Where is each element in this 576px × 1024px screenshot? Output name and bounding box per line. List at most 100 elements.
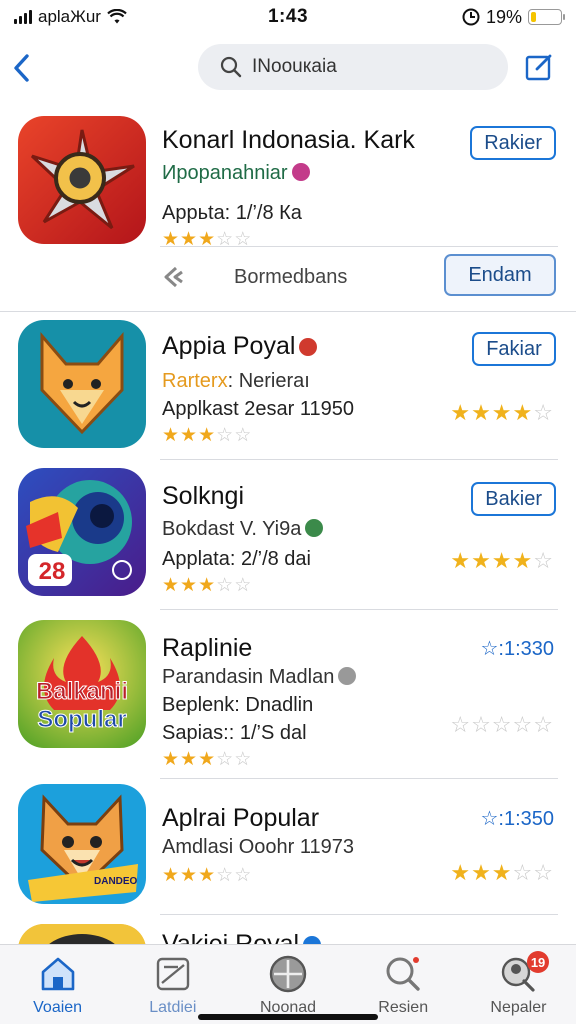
app-subtitle: Parandasin Madlan	[162, 666, 357, 689]
back-button[interactable]	[8, 50, 34, 86]
star-icon: ★	[162, 425, 181, 446]
wifi-icon	[107, 9, 127, 24]
star-icon: ★	[450, 548, 472, 573]
star-icon: ★	[198, 749, 217, 770]
price-button[interactable]: ☆:1:330	[480, 636, 554, 661]
rating-stars: ★★★☆☆	[162, 228, 252, 251]
app-title: Konarl Indonasia. Kark	[162, 126, 415, 154]
star-icon: ☆	[450, 712, 472, 737]
star-icon: ☆	[471, 712, 492, 737]
chevron-left-icon	[14, 54, 29, 82]
app-icon-vakiei	[18, 924, 146, 944]
app-icon-raplinie: Balkanii Sopular	[18, 620, 146, 748]
tab-discover[interactable]: Noonad	[230, 945, 345, 1024]
rating-stars-right: ★★★☆☆	[450, 860, 554, 886]
star-icon: ★	[512, 400, 534, 425]
tab-search[interactable]: Resien	[346, 945, 461, 1024]
app-meta: Applata: 2/’/8 dai	[162, 548, 311, 570]
icon-text: Balkanii	[35, 678, 129, 706]
tab-account[interactable]: 19 Nepaler	[461, 945, 576, 1024]
list-item[interactable]: DANDEO Aplrai Popular Amdlasi Ooohr 1197…	[0, 780, 576, 914]
star-icon: ★	[180, 425, 199, 446]
game-badge-icon	[18, 116, 146, 244]
rating-stars-right: ☆☆☆☆☆	[450, 712, 554, 738]
icon-tag: DANDEO	[94, 876, 138, 887]
alarm-icon	[462, 8, 480, 26]
star-icon: ★	[491, 548, 513, 573]
get-button[interactable]: Rakier	[470, 126, 556, 160]
app-icon-appia	[18, 320, 146, 448]
app-title-text: Vakiei Royal	[162, 930, 300, 944]
list-item[interactable]: 28 Solkngi Bokdast V. Yi9a Applata: 2/’/…	[0, 460, 576, 610]
divider	[160, 246, 558, 247]
app-meta-2: Sapias:: 1/’S dal	[162, 722, 307, 744]
battery-percent: 19%	[485, 6, 522, 27]
star-icon: ★	[491, 860, 513, 885]
tab-label: Voaien	[33, 999, 83, 1016]
list-item[interactable]: Appia Poyal Rarterx: Nerierаı Applkast 2…	[0, 312, 576, 460]
rating-stars-right: ★★★★☆	[450, 400, 554, 426]
star-icon: ☆	[234, 749, 253, 770]
price-button[interactable]: ☆:1:350	[480, 806, 554, 831]
app-meta: Applkast 2esar 11950	[162, 398, 354, 420]
get-button[interactable]: Fakiar	[472, 332, 556, 366]
star-icon: ★	[162, 749, 181, 770]
icon-text: Sopular	[37, 706, 127, 734]
category-icon	[299, 338, 318, 356]
tab-apps[interactable]: Latdiei	[115, 945, 230, 1024]
list-item[interactable]: Konarl Indonasia. Kark Ирораnahniar Appь…	[0, 106, 576, 312]
search-icon	[382, 953, 424, 995]
star-icon: ★	[471, 400, 492, 425]
rating-stars: ★★★☆☆	[162, 748, 252, 771]
star-icon: ☆	[512, 712, 534, 737]
home-icon	[37, 953, 79, 995]
list-item[interactable]: Vakiei Royal	[0, 924, 576, 944]
rating-stars-right: ★★★★☆	[450, 548, 554, 574]
signal-icon	[14, 10, 32, 24]
get-button[interactable]: Bakier	[471, 482, 556, 516]
star-icon: ☆	[234, 425, 253, 446]
star-icon: ☆	[216, 575, 235, 596]
character-icon	[18, 924, 146, 944]
app-subtitle: Rarterx: Nerierаı	[162, 370, 310, 393]
battery-icon	[528, 9, 565, 25]
app-title: Appia Poyal	[162, 332, 318, 361]
compass-icon	[267, 953, 309, 995]
app-title: Solkngi	[162, 482, 244, 510]
star-icon: ★	[180, 575, 199, 596]
star-icon: ★	[162, 865, 181, 886]
star-icon: ★	[162, 575, 181, 596]
app-meta: Beplenk: Dnadlin	[162, 694, 314, 716]
home-indicator	[198, 1014, 378, 1020]
app-subtitle: Bokdast V. Yi9a	[162, 518, 324, 541]
category-icon	[305, 519, 324, 537]
star-icon: ☆	[234, 865, 253, 886]
star-icon: ★	[450, 400, 472, 425]
star-icon: ★	[512, 548, 534, 573]
secondary-button[interactable]: Endam	[444, 254, 556, 296]
tab-label: Nepaler	[490, 999, 547, 1016]
search-field[interactable]: INoouкаіа	[198, 44, 508, 90]
search-text: INoouкаіа	[252, 56, 337, 77]
list-item[interactable]: Balkanii Sopular Raplinie Parandasin Mad…	[0, 610, 576, 778]
star-icon: ★	[198, 575, 217, 596]
category-icon	[338, 667, 357, 685]
app-title: Raplinie	[162, 634, 253, 662]
compose-icon	[525, 54, 552, 81]
secondary-label: Bormedbans	[234, 266, 348, 288]
share-icon[interactable]	[162, 264, 188, 290]
apps-icon	[152, 953, 194, 995]
star-icon: ★	[471, 548, 492, 573]
star-icon: ☆	[234, 575, 253, 596]
star-icon: ☆	[216, 749, 235, 770]
compose-button[interactable]	[522, 50, 556, 84]
divider	[160, 914, 558, 915]
star-icon: ☆	[216, 425, 235, 446]
tab-home[interactable]: Voaien	[0, 945, 115, 1024]
status-bar: aplaЖur 1:43 19%	[0, 0, 576, 34]
star-icon: ★	[491, 400, 513, 425]
app-title: Vakiei Royal	[162, 930, 322, 944]
app-title: Aplrai Popular	[162, 804, 320, 832]
category-icon	[303, 936, 322, 944]
app-meta: Appьtа: 1/’/8 Ка	[162, 202, 302, 224]
